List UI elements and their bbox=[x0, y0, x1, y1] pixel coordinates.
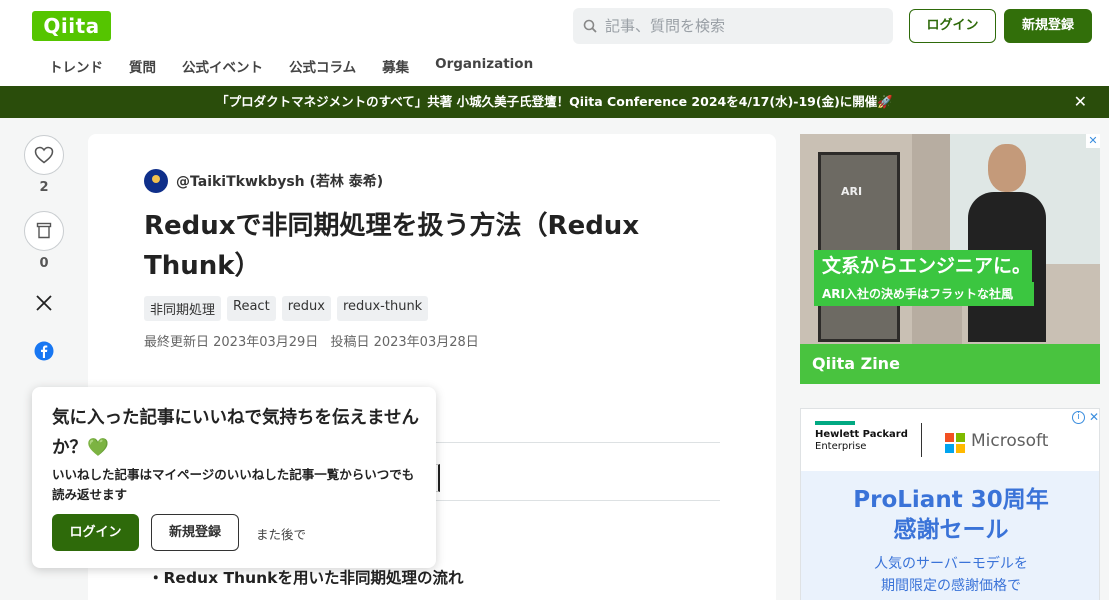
author-line[interactable]: @TaikiTkwkbysh (若林 泰希) bbox=[144, 169, 383, 193]
nav-item-trend[interactable]: トレンド bbox=[49, 56, 103, 78]
like-prompt-popup: 気に入った記事にいいねで気持ちを伝えませんか？💚 いいねした記事はマイページのい… bbox=[32, 387, 436, 568]
popup-title: 気に入った記事にいいねで気持ちを伝えませんか？💚 bbox=[52, 408, 419, 458]
ad-close-icon[interactable]: ✕ bbox=[1089, 410, 1099, 424]
article-dates: 最終更新日 2023年03月29日 投稿日 2023年03月28日 bbox=[144, 331, 479, 350]
article-bullet: ・Redux Thunkを用いた非同期処理の流れ bbox=[148, 569, 464, 587]
article-title: Reduxで非同期処理を扱う方法（Redux Thunk） bbox=[144, 211, 640, 281]
hpe-microsoft-ad[interactable]: Hewlett Packard Enterprise Microsoft i ✕… bbox=[800, 408, 1100, 600]
nav-item-questions[interactable]: 質問 bbox=[129, 56, 156, 78]
avatar[interactable] bbox=[144, 169, 168, 193]
hpe-line2: Enterprise bbox=[815, 441, 867, 452]
ad-copy-line1: 人気のサーバーモデルを bbox=[874, 556, 1028, 572]
updated-date: 最終更新日 2023年03月29日 bbox=[144, 335, 319, 350]
ad-person-head bbox=[988, 144, 1026, 192]
ari-sign: ARI bbox=[841, 185, 863, 198]
login-button[interactable]: ログイン bbox=[909, 9, 996, 43]
signup-button[interactable]: 新規登録 bbox=[1004, 9, 1092, 43]
ad-logo-bar: Hewlett Packard Enterprise Microsoft i ✕ bbox=[801, 409, 1099, 471]
ad-photo-door: ARI bbox=[818, 152, 900, 342]
heart-icon bbox=[34, 146, 54, 164]
close-icon[interactable]: ✕ bbox=[1074, 86, 1087, 118]
like-count: 2 bbox=[39, 180, 49, 195]
posted-date: 投稿日 2023年03月28日 bbox=[330, 335, 479, 350]
ad-copy-line2: 期間限定の感謝価格で bbox=[881, 578, 1021, 594]
nav-item-columns[interactable]: 公式コラム bbox=[289, 56, 356, 78]
tag-item[interactable]: 非同期処理 bbox=[144, 296, 222, 321]
qiita-logo[interactable]: Qiita bbox=[32, 11, 111, 41]
hpe-logo-bar bbox=[815, 421, 855, 425]
stock-count: 0 bbox=[39, 256, 49, 271]
side-actions: 2 0 bbox=[24, 135, 64, 371]
microsoft-logo-icon bbox=[945, 433, 965, 453]
logo-separator bbox=[921, 423, 922, 457]
x-icon bbox=[36, 295, 52, 311]
like-button[interactable] bbox=[24, 135, 64, 175]
popup-signup-button[interactable]: 新規登録 bbox=[151, 514, 239, 551]
author-name[interactable]: @TaikiTkwkbysh (若林 泰希) bbox=[176, 171, 383, 191]
stock-button[interactable] bbox=[24, 211, 64, 251]
nav-item-recruit[interactable]: 募集 bbox=[382, 56, 409, 78]
ad-close-icon[interactable]: ✕ bbox=[1086, 134, 1100, 148]
hpe-logo: Hewlett Packard Enterprise bbox=[815, 421, 908, 453]
ad-info-icon[interactable]: i bbox=[1072, 411, 1085, 424]
nav-item-events[interactable]: 公式イベント bbox=[182, 56, 263, 78]
popup-login-button[interactable]: ログイン bbox=[52, 514, 139, 551]
facebook-share-button[interactable] bbox=[24, 331, 64, 371]
ad-headline-line2: 感謝セール bbox=[893, 517, 1009, 543]
banner-text[interactable]: 「プロダクトマネジメントのすべて」共著 小城久美子氏登壇！Qiita Confe… bbox=[216, 94, 893, 109]
ad-body: ProLiant 30周年 感謝セール 人気のサーバーモデルを 期間限定の感謝価… bbox=[801, 471, 1099, 600]
tag-item[interactable]: redux-thunk bbox=[336, 296, 429, 321]
qiita-zine-ad[interactable]: ARI 文系からエンジニアに。 ARI入社の決め手はフラットな社風 Qiita … bbox=[800, 134, 1100, 384]
main-nav: トレンド 質問 公式イベント 公式コラム 募集 Organization bbox=[36, 56, 546, 78]
ad-copy: 人気のサーバーモデルを 期間限定の感謝価格で bbox=[801, 553, 1099, 597]
x-share-button[interactable] bbox=[24, 283, 64, 323]
hpe-line1: Hewlett Packard bbox=[815, 429, 908, 440]
microsoft-text: Microsoft bbox=[971, 431, 1049, 451]
stock-icon bbox=[36, 222, 52, 239]
ad-footer: Qiita Zine bbox=[800, 344, 1100, 384]
search-icon bbox=[583, 19, 597, 33]
nav-item-organization[interactable]: Organization bbox=[435, 56, 533, 78]
popup-description: いいねした記事はマイページのいいねした記事一覧からいつでも読み返せます bbox=[52, 467, 415, 502]
tag-list: 非同期処理 React redux redux-thunk bbox=[144, 296, 434, 321]
site-header: Qiita ログイン 新規登録 トレンド 質問 公式イベント 公式コラム 募集 … bbox=[0, 0, 1109, 86]
search-input[interactable] bbox=[605, 17, 875, 35]
ad-headline-line1: ProLiant 30周年 bbox=[853, 487, 1049, 513]
ad-subline: ARI入社の決め手はフラットな社風 bbox=[814, 282, 1034, 306]
popup-later-link[interactable]: また後で bbox=[256, 524, 306, 543]
facebook-icon bbox=[34, 341, 54, 361]
search-box[interactable] bbox=[573, 8, 893, 44]
tag-item[interactable]: redux bbox=[281, 296, 331, 321]
ad-headline: ProLiant 30周年 感謝セール bbox=[801, 485, 1099, 545]
tag-item[interactable]: React bbox=[227, 296, 276, 321]
announcement-banner[interactable]: 「プロダクトマネジメントのすべて」共著 小城久美子氏登壇！Qiita Confe… bbox=[0, 86, 1109, 118]
ad-headline: 文系からエンジニアに。 bbox=[814, 250, 1032, 282]
